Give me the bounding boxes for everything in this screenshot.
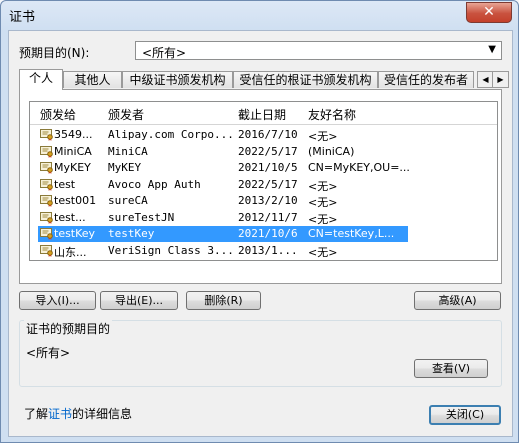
certificate-icon bbox=[40, 194, 54, 207]
cell-expiration-date: 2021/10/6 bbox=[238, 227, 298, 240]
certificate-icon bbox=[40, 145, 54, 158]
dialog-client-area: 预期目的(N): <所有> ▼ 个人 其他人 中级证书颁发机构 受信任的根证书颁… bbox=[8, 30, 513, 437]
cell-friendly-name: (MiniCA) bbox=[308, 144, 355, 158]
window-title: 证书 bbox=[9, 10, 36, 25]
cell-issued-by: VeriSign Class 3... bbox=[108, 243, 234, 257]
close-button[interactable]: 关闭(C) bbox=[429, 405, 501, 425]
tab-scroll-right-button[interactable]: ▶ bbox=[492, 71, 509, 88]
certificate-icon bbox=[40, 178, 54, 191]
table-row[interactable]: testKey testKey 2021/10/6 CN=testKey,L... bbox=[30, 226, 497, 242]
export-button[interactable]: 导出(E)... bbox=[100, 291, 178, 310]
cell-friendly-name: <无> bbox=[308, 212, 338, 226]
certificate-icon bbox=[40, 244, 54, 257]
cell-issued-by: MyKEY bbox=[108, 161, 142, 174]
chevron-down-icon: ▼ bbox=[488, 44, 496, 55]
table-row[interactable]: 3549... Alipay.com Corpo... 2016/7/10 <无> bbox=[30, 127, 497, 143]
advanced-button[interactable]: 高级(A) bbox=[414, 291, 501, 310]
column-issued-to[interactable]: 颁发给 bbox=[40, 106, 76, 123]
cell-issued-by: sureTestJN bbox=[108, 210, 175, 224]
certificate-purposes-value: <所有> bbox=[26, 346, 71, 360]
remove-button[interactable]: 删除(R) bbox=[186, 291, 261, 310]
cell-issued-by: sureCA bbox=[108, 194, 148, 207]
cell-friendly-name: <无> bbox=[308, 196, 338, 209]
cell-issued-by: Alipay.com Corpo... bbox=[108, 128, 234, 141]
cell-expiration-date: 2021/10/5 bbox=[238, 161, 298, 174]
certificate-icon bbox=[40, 161, 54, 174]
view-button[interactable]: 查看(V) bbox=[414, 359, 488, 378]
cell-expiration-date: 2016/7/10 bbox=[238, 128, 298, 141]
table-row[interactable]: MiniCA MiniCA 2022/5/17 (MiniCA) bbox=[30, 144, 497, 160]
column-issued-by[interactable]: 颁发者 bbox=[108, 106, 144, 123]
certificate-list[interactable]: 颁发给 颁发者 截止日期 友好名称 3549... Alipay.com Corp… bbox=[29, 101, 498, 261]
cell-issued-to: testKey bbox=[54, 227, 96, 240]
learn-more-text: 了解证书的详细信息 bbox=[24, 405, 132, 422]
tab-label: 受信任的发布者 bbox=[383, 73, 468, 87]
title-bar: 证书 ✕ bbox=[1, 1, 518, 29]
cell-expiration-date: 2012/11/7 bbox=[238, 210, 298, 224]
tab-trusted-root-ca[interactable]: 受信任的根证书颁发机构 bbox=[233, 71, 378, 88]
intended-purpose-dropdown[interactable]: <所有> ▼ bbox=[135, 41, 502, 60]
table-row[interactable]: test... sureTestJN 2012/11/7 <无> bbox=[30, 210, 497, 226]
tab-intermediate-ca[interactable]: 中级证书颁发机构 bbox=[122, 71, 233, 88]
cell-expiration-date: 2022/5/17 bbox=[238, 177, 298, 191]
table-row[interactable]: test001 sureCA 2013/2/10 <无> bbox=[30, 193, 497, 209]
certificate-icon bbox=[40, 211, 54, 224]
cell-expiration-date: 2022/5/17 bbox=[238, 144, 298, 158]
tab-label: 中级证书颁发机构 bbox=[129, 73, 226, 87]
cell-issued-to: 山东... bbox=[54, 245, 87, 259]
certificates-dialog: 证书 ✕ 预期目的(N): <所有> ▼ 个人 其他人 中级证书颁发机构 受信任… bbox=[0, 0, 519, 443]
cell-issued-to: MyKEY bbox=[54, 161, 91, 174]
tab-personal[interactable]: 个人 bbox=[19, 69, 63, 90]
cell-expiration-date: 2013/1... bbox=[238, 243, 298, 257]
cell-friendly-name: CN=testKey,L... bbox=[308, 227, 395, 240]
learn-more-link[interactable]: 证书 bbox=[48, 407, 72, 421]
cell-issued-to: test bbox=[54, 177, 76, 191]
cell-issued-to: test001 bbox=[54, 194, 97, 207]
column-expiration-date[interactable]: 截止日期 bbox=[238, 106, 286, 123]
cell-friendly-name: <无> bbox=[308, 245, 338, 259]
column-friendly-name[interactable]: 友好名称 bbox=[308, 106, 356, 123]
cell-issued-by: MiniCA bbox=[108, 144, 148, 158]
certificate-purposes-title: 证书的预期目的 bbox=[24, 320, 113, 337]
close-window-button[interactable]: ✕ bbox=[466, 2, 512, 23]
table-row[interactable]: test Avoco App Auth 2022/5/17 <无> bbox=[30, 177, 497, 193]
cell-friendly-name: <无> bbox=[308, 130, 338, 143]
cell-issued-to: test... bbox=[54, 210, 86, 224]
learn-more-prefix: 了解 bbox=[24, 407, 49, 421]
column-header-row: 颁发给 颁发者 截止日期 友好名称 bbox=[30, 102, 497, 125]
import-button[interactable]: 导入(I)... bbox=[19, 291, 96, 310]
cell-friendly-name: <无> bbox=[308, 179, 338, 193]
table-row[interactable]: 山东... VeriSign Class 3... 2013/1... <无> bbox=[30, 243, 497, 259]
certificate-icon bbox=[40, 227, 54, 240]
cell-issued-to: MiniCA bbox=[54, 144, 92, 158]
cell-issued-to: 3549... bbox=[54, 128, 93, 141]
cell-expiration-date: 2013/2/10 bbox=[238, 194, 298, 207]
cell-issued-by: testKey bbox=[108, 227, 155, 240]
intended-purpose-label: 预期目的(N): bbox=[19, 46, 90, 60]
cell-issued-by: Avoco App Auth bbox=[108, 177, 201, 191]
tab-label: 受信任的根证书颁发机构 bbox=[239, 73, 372, 87]
tab-trusted-publishers[interactable]: 受信任的发布者 bbox=[378, 71, 474, 88]
cell-friendly-name: CN=MyKEY,OU=... bbox=[308, 161, 410, 174]
learn-more-suffix: 的详细信息 bbox=[72, 407, 133, 421]
tab-label: 个人 bbox=[28, 71, 53, 85]
certificate-icon bbox=[40, 128, 54, 141]
table-row[interactable]: MyKEY MyKEY 2021/10/5 CN=MyKEY,OU=... bbox=[30, 160, 497, 176]
tab-other-people[interactable]: 其他人 bbox=[63, 71, 122, 88]
tab-label: 其他人 bbox=[74, 73, 111, 87]
certificate-store-tabs: 个人 其他人 中级证书颁发机构 受信任的根证书颁发机构 受信任的发布者 ◀ ▶ bbox=[19, 69, 509, 90]
intended-purpose-value: <所有> bbox=[142, 46, 187, 60]
